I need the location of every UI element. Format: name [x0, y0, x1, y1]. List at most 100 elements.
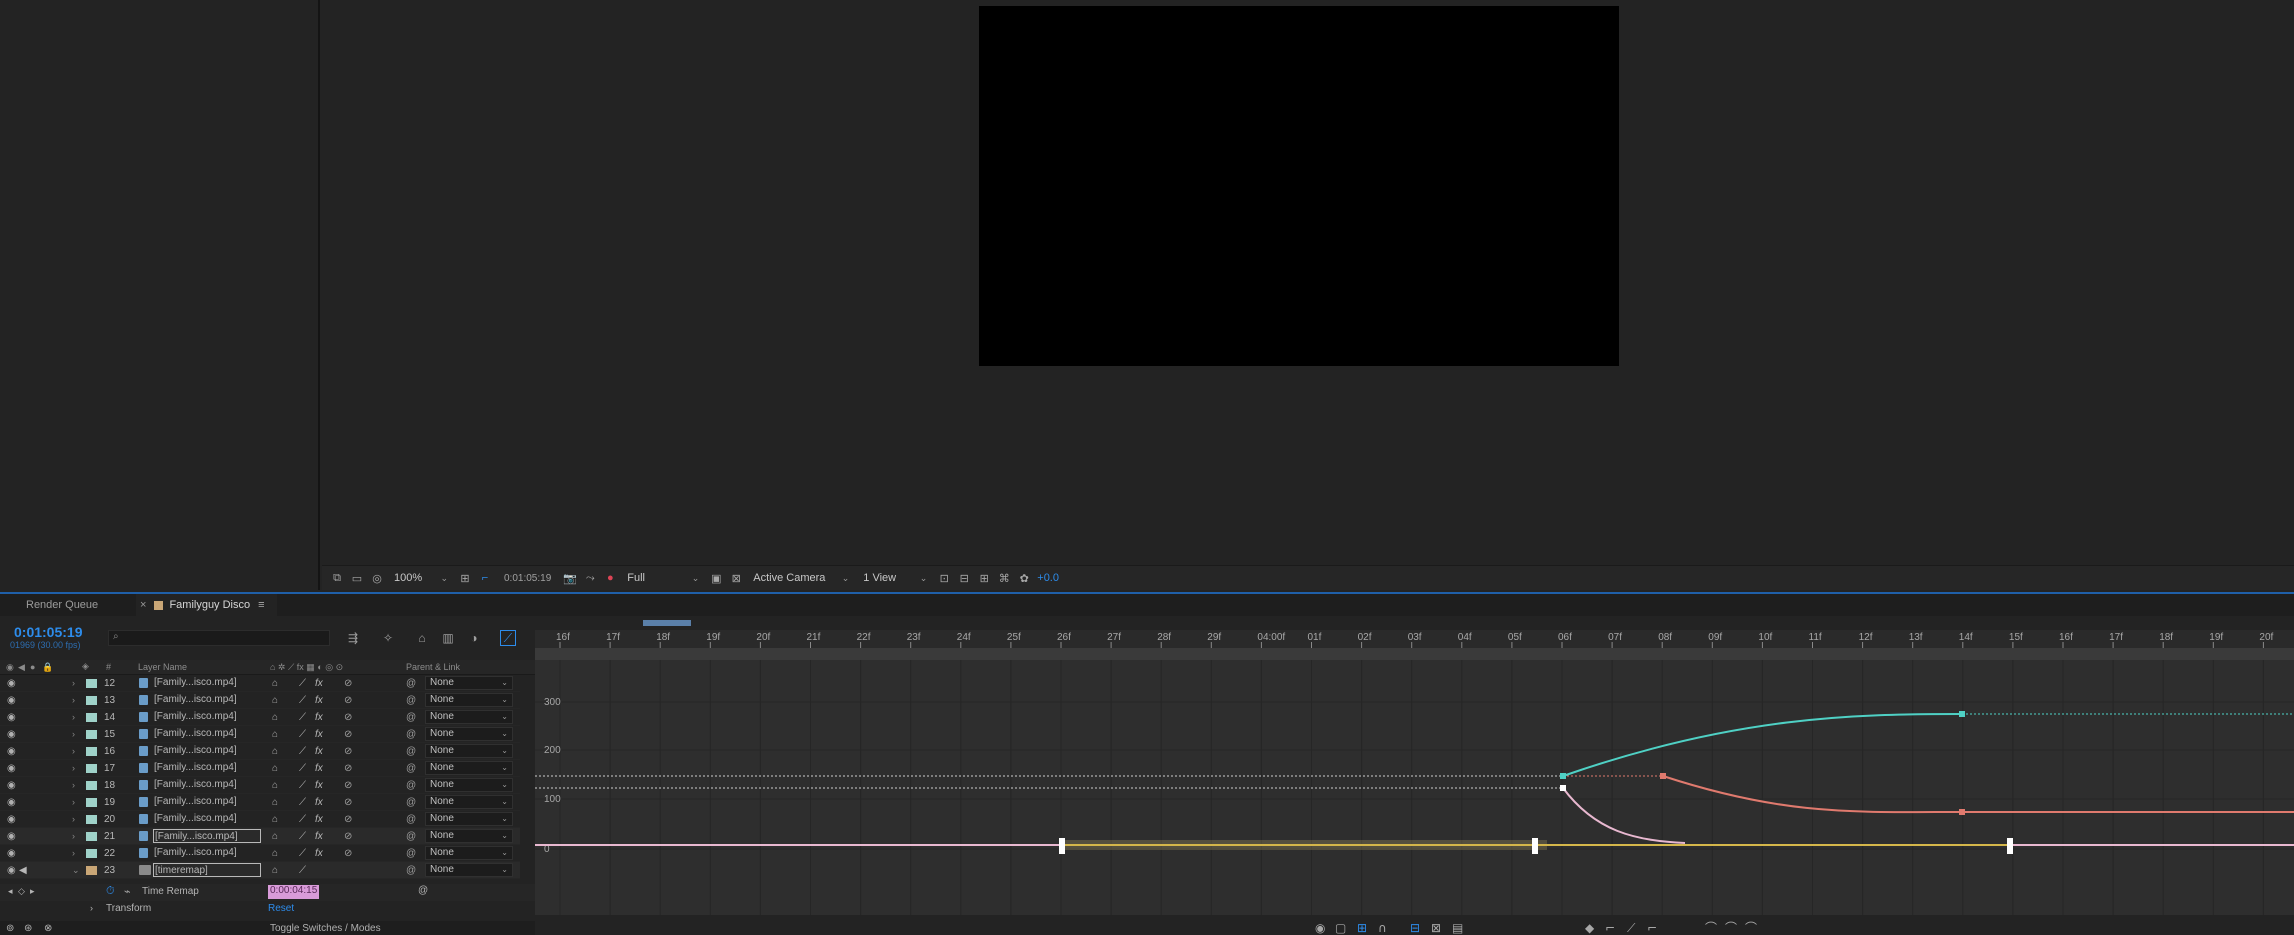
transform-row[interactable]: › Transform Reset [0, 901, 535, 918]
toggle-switches-modes[interactable]: Toggle Switches / Modes [270, 923, 381, 934]
eye-icon[interactable]: ◉ [7, 780, 16, 791]
pick-whip-icon[interactable]: @ [406, 865, 416, 876]
effects-switch-icon[interactable]: fx [315, 678, 323, 689]
chevron-right-icon[interactable]: › [72, 712, 75, 722]
layer-row[interactable]: ◉ › 19 [Family...isco.mp4] ⌂ ⟋ fx ⊘ @ No… [0, 794, 520, 811]
quality-switch-icon[interactable]: ⟋ [299, 746, 306, 757]
layer-row[interactable]: ◉ › 17 [Family...isco.mp4] ⌂ ⟋ fx ⊘ @ No… [0, 760, 520, 777]
layer-name[interactable]: [Family...isco.mp4] [153, 693, 261, 707]
graph-tool-icon[interactable]: ⌒ [1745, 921, 1757, 935]
eye-icon[interactable]: ◉ [7, 814, 16, 825]
fit-icon[interactable]: ⊞ [458, 572, 472, 585]
exposure-value[interactable]: +0.0 [1037, 572, 1059, 584]
layer-row[interactable]: ◉ › 21 [Family...isco.mp4] ⌂ ⟋ fx ⊘ @ No… [0, 828, 520, 845]
stopwatch-icon[interactable]: ⏱ [106, 885, 115, 898]
quality-switch-icon[interactable]: ⟋ [299, 695, 306, 706]
draft-3d-icon[interactable]: ✧ [380, 630, 396, 646]
current-time-display[interactable]: 0:01:05:19 [14, 624, 83, 640]
frame-blend-switch-icon[interactable]: ⊘ [344, 678, 352, 689]
menu-icon[interactable]: ≡ [258, 599, 264, 611]
label-color-swatch[interactable] [86, 729, 97, 739]
graph-editor-icon[interactable]: ⟋ [500, 630, 516, 646]
label-color-swatch[interactable] [86, 780, 97, 790]
parent-dropdown[interactable]: None ⌄ [425, 795, 513, 809]
label-color-swatch[interactable] [86, 763, 97, 773]
layer-name[interactable]: [Family...isco.mp4] [153, 744, 261, 758]
effects-switch-icon[interactable]: fx [315, 746, 323, 757]
quality-switch-icon[interactable]: ⟋ [299, 763, 306, 774]
chevron-right-icon[interactable]: › [90, 903, 93, 913]
label-color-swatch[interactable] [86, 746, 97, 756]
graph-tool-icon[interactable]: ▢ [1335, 921, 1346, 935]
parent-dropdown[interactable]: None ⌄ [425, 863, 513, 877]
stretch-icon[interactable]: ⊗ [44, 923, 52, 934]
graph-tool-icon[interactable]: ∩ [1378, 921, 1387, 935]
timeline-icon[interactable]: ⊞ [977, 572, 991, 585]
frame-blend-switch-icon[interactable]: ⊘ [344, 763, 352, 774]
parent-dropdown[interactable]: None ⌄ [425, 829, 513, 843]
layer-row[interactable]: ◉ ◀ ⌄ 23 [timeremap] ⌂ ⟋ @ None ⌄ [0, 862, 520, 879]
pick-whip-icon[interactable]: @ [406, 763, 416, 774]
layer-name[interactable]: [timeremap] [153, 863, 261, 877]
quality-switch-icon[interactable]: ⟋ [299, 729, 306, 740]
shy-switch-icon[interactable]: ⌂ [272, 848, 278, 859]
effects-switch-icon[interactable]: fx [315, 831, 323, 842]
shy-switch-icon[interactable]: ⌂ [272, 763, 278, 774]
frame-blend-switch-icon[interactable]: ⊘ [344, 780, 352, 791]
pick-whip-icon[interactable]: @ [406, 848, 416, 859]
graph-tool-icon[interactable]: ⊟ [1410, 921, 1420, 935]
layer-name[interactable]: [Family...isco.mp4] [153, 761, 261, 775]
pick-whip-icon[interactable]: @ [406, 780, 416, 791]
flowchart-icon[interactable]: ⌘ [997, 572, 1011, 585]
effects-switch-icon[interactable]: fx [315, 848, 323, 859]
parent-dropdown[interactable]: None ⌄ [425, 727, 513, 741]
snapshot-icon[interactable]: 📷 [563, 572, 577, 585]
effects-switch-icon[interactable]: fx [315, 797, 323, 808]
effects-switch-icon[interactable]: fx [315, 763, 323, 774]
chevron-right-icon[interactable]: › [72, 814, 75, 824]
eye-icon[interactable]: ◉ [7, 712, 16, 723]
layer-row[interactable]: ◉ › 14 [Family...isco.mp4] ⌂ ⟋ fx ⊘ @ No… [0, 709, 520, 726]
eye-icon[interactable]: ◉ [7, 695, 16, 706]
graph-tool-icon[interactable]: ⌐ [1605, 921, 1615, 935]
transparency-grid-icon[interactable]: ⊠ [729, 572, 743, 585]
layer-row[interactable]: ◉ › 16 [Family...isco.mp4] ⌂ ⟋ fx ⊘ @ No… [0, 743, 520, 760]
layer-name[interactable]: [Family...isco.mp4] [153, 829, 261, 843]
effects-switch-icon[interactable]: fx [315, 814, 323, 825]
time-remap-value[interactable]: 0:00:04:15 [268, 885, 320, 899]
graph-toggle-icon[interactable]: ⌁ [124, 885, 131, 898]
layer-name[interactable]: [Family...isco.mp4] [153, 795, 261, 809]
quality-switch-icon[interactable]: ⟋ [299, 865, 306, 876]
shy-switch-icon[interactable]: ⌂ [272, 678, 278, 689]
graph-tool-icon[interactable]: ⌒ [1705, 921, 1717, 935]
chevron-right-icon[interactable]: › [72, 831, 75, 841]
shy-layers-icon[interactable]: ⌂ [414, 630, 430, 646]
quality-switch-icon[interactable]: ⟋ [299, 797, 306, 808]
frame-blending-icon[interactable]: ▥ [440, 630, 456, 646]
frame-blend-switch-icon[interactable]: ⊘ [344, 831, 352, 842]
keyframe-nav-right-icon[interactable]: ▸ [30, 886, 35, 897]
frame-blend-switch-icon[interactable]: ⊘ [344, 729, 352, 740]
audio-icon[interactable]: ◀ [19, 865, 27, 876]
pick-whip-icon[interactable]: @ [406, 746, 416, 757]
composition-canvas[interactable] [979, 6, 1619, 366]
toggle-pixel-aspect-icon[interactable]: ⊡ [937, 572, 951, 585]
eye-icon[interactable]: ◉ [7, 763, 16, 774]
viewer-timecode[interactable]: 0:01:05:19 [504, 573, 551, 584]
shy-switch-icon[interactable]: ⌂ [272, 831, 278, 842]
zoom-dropdown[interactable]: 100% ⌄ [390, 570, 452, 587]
effects-switch-icon[interactable]: fx [315, 780, 323, 791]
parent-dropdown[interactable]: None ⌄ [425, 744, 513, 758]
eye-icon[interactable]: ◉ [7, 848, 16, 859]
chevron-right-icon[interactable]: › [72, 780, 75, 790]
eye-icon[interactable]: ◉ [7, 865, 16, 876]
pick-whip-icon[interactable]: @ [406, 712, 416, 723]
search-input[interactable]: ⌕ [108, 630, 330, 646]
parent-dropdown[interactable]: None ⌄ [425, 812, 513, 826]
frame-blend-switch-icon[interactable]: ⊘ [344, 814, 352, 825]
shy-switch-icon[interactable]: ⌂ [272, 746, 278, 757]
chevron-right-icon[interactable]: › [72, 797, 75, 807]
layer-row[interactable]: ◉ › 18 [Family...isco.mp4] ⌂ ⟋ fx ⊘ @ No… [0, 777, 520, 794]
layer-name[interactable]: [Family...isco.mp4] [153, 778, 261, 792]
pick-whip-icon[interactable]: @ [406, 729, 416, 740]
